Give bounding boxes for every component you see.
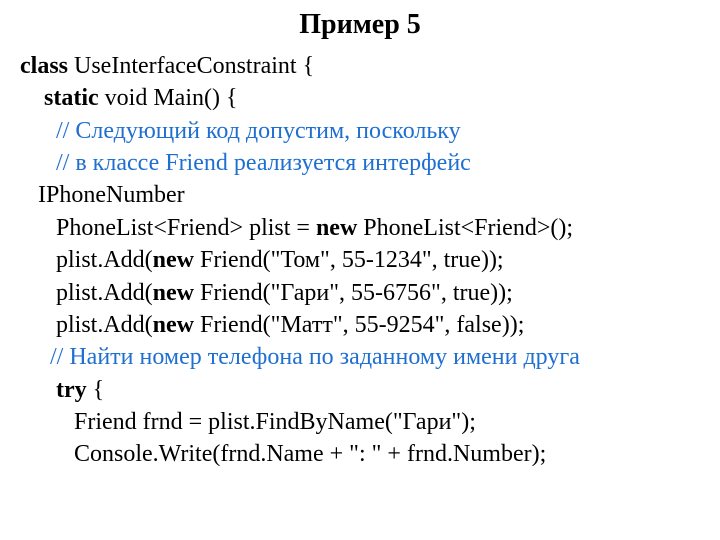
code-text: {: [87, 377, 105, 403]
keyword-try: try: [20, 377, 87, 403]
code-text: IPhoneNumber: [20, 182, 185, 208]
code-text: plist.Add(: [20, 312, 153, 338]
comment-line: // Следующий код допустим, поскольку: [20, 118, 461, 144]
slide: Пример 5 class UseInterfaceConstraint { …: [0, 0, 720, 471]
keyword-static: static: [20, 85, 99, 111]
code-text: plist.Add(: [20, 247, 153, 273]
comment-marker: //: [20, 150, 75, 176]
code-text: PhoneList<Friend> plist =: [20, 215, 316, 241]
keyword-new: new: [153, 280, 194, 306]
slide-title: Пример 5: [20, 6, 700, 44]
comment-text: в классе Friend реализуется интерфейс: [75, 150, 470, 176]
comment-line: // в классе Friend реализуется интерфейс: [20, 150, 471, 176]
keyword-new: new: [153, 247, 194, 273]
comment-marker: //: [20, 344, 69, 370]
comment-text: Следующий код допустим, поскольку: [75, 118, 460, 144]
code-text: Friend("Матт", 55-9254", false));: [194, 312, 524, 338]
code-text: Friend("Гари", 55-6756", true));: [194, 280, 513, 306]
code-text: plist.Add(: [20, 280, 153, 306]
comment-text: Найти номер телефона по заданному имени …: [69, 344, 580, 370]
comment-marker: //: [20, 118, 75, 144]
code-text: void Main() {: [99, 85, 238, 111]
comment-line: // Найти номер телефона по заданному име…: [20, 344, 580, 370]
keyword-new: new: [316, 215, 357, 241]
code-text: Friend frnd = plist.FindByName("Гари");: [20, 409, 476, 435]
code-text: UseInterfaceConstraint {: [68, 53, 314, 79]
code-block: class UseInterfaceConstraint { static vo…: [20, 50, 700, 471]
code-text: PhoneList<Friend>();: [357, 215, 573, 241]
code-text: Friend("Том", 55-1234", true));: [194, 247, 504, 273]
keyword-class: class: [20, 53, 68, 79]
code-text: Console.Write(frnd.Name + ": " + frnd.Nu…: [20, 441, 546, 467]
keyword-new: new: [153, 312, 194, 338]
